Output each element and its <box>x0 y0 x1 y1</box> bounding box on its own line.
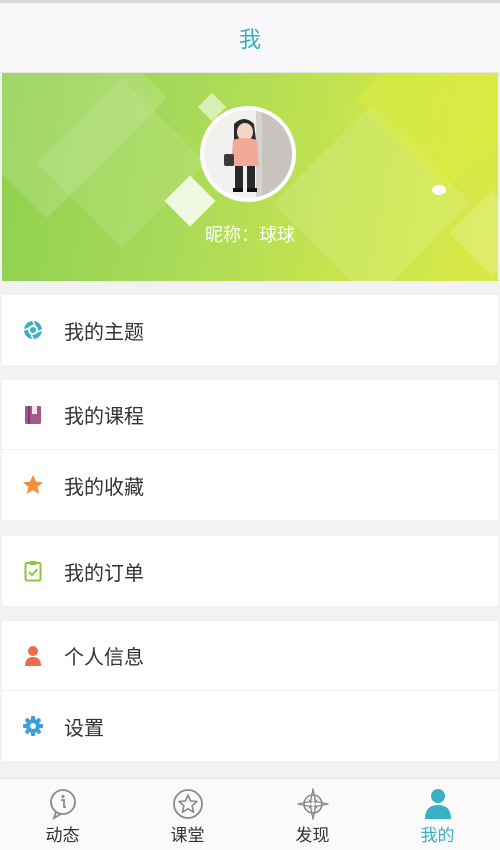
menu-group-profile: 个人信息 设置 <box>2 621 498 761</box>
star-icon <box>22 474 44 496</box>
compass-icon <box>296 788 329 820</box>
menu-group-courses: 我的课程 我的收藏 <box>2 380 498 520</box>
star-circle-icon <box>172 789 203 819</box>
menu-item-my-topics[interactable]: 我的主题 <box>2 295 498 365</box>
menu-item-my-courses[interactable]: 我的课程 <box>2 380 498 450</box>
aperture-icon <box>22 319 44 341</box>
info-bubble-icon <box>49 789 76 820</box>
user-icon <box>424 789 451 819</box>
menu-item-personal-info[interactable]: 个人信息 <box>2 621 498 691</box>
tab-feed[interactable]: 动态 <box>0 779 125 850</box>
nav-header: 我 <box>0 3 500 73</box>
book-icon <box>22 404 44 426</box>
menu-item-label: 我的订单 <box>64 560 144 585</box>
clipboard-check-icon <box>22 560 44 582</box>
tab-label: 发现 <box>295 826 330 846</box>
avatar[interactable] <box>200 106 296 202</box>
menu-item-label: 我的主题 <box>64 319 144 344</box>
tab-label: 课堂 <box>170 826 205 846</box>
menu-item-label: 我的课程 <box>64 404 144 428</box>
menu-item-settings[interactable]: 设置 <box>2 691 498 761</box>
tab-classroom[interactable]: 课堂 <box>125 779 250 850</box>
nickname-label: 昵称：球球 <box>205 225 295 246</box>
person-icon <box>22 645 44 667</box>
page-title: 我 <box>238 27 261 53</box>
menu-group-topics: 我的主题 <box>2 295 498 365</box>
bottom-tab-bar: 动态 课堂 发现 我的 <box>0 778 500 850</box>
menu-item-my-orders[interactable]: 我的订单 <box>2 536 498 606</box>
tab-mine[interactable]: 我的 <box>375 779 500 850</box>
menu-item-label: 设置 <box>64 715 104 740</box>
profile-banner: 昵称：球球 <box>2 73 498 281</box>
menu-item-label: 个人信息 <box>64 645 144 669</box>
menu-item-my-favorites[interactable]: 我的收藏 <box>2 450 498 520</box>
gear-icon <box>22 715 44 737</box>
banner-dot <box>432 185 446 195</box>
tab-discover[interactable]: 发现 <box>250 779 375 850</box>
tab-label: 我的 <box>420 826 455 846</box>
menu-item-label: 我的收藏 <box>64 474 144 499</box>
avatar-illustration <box>204 110 292 198</box>
menu-group-orders: 我的订单 <box>2 536 498 606</box>
tab-label: 动态 <box>45 826 80 846</box>
